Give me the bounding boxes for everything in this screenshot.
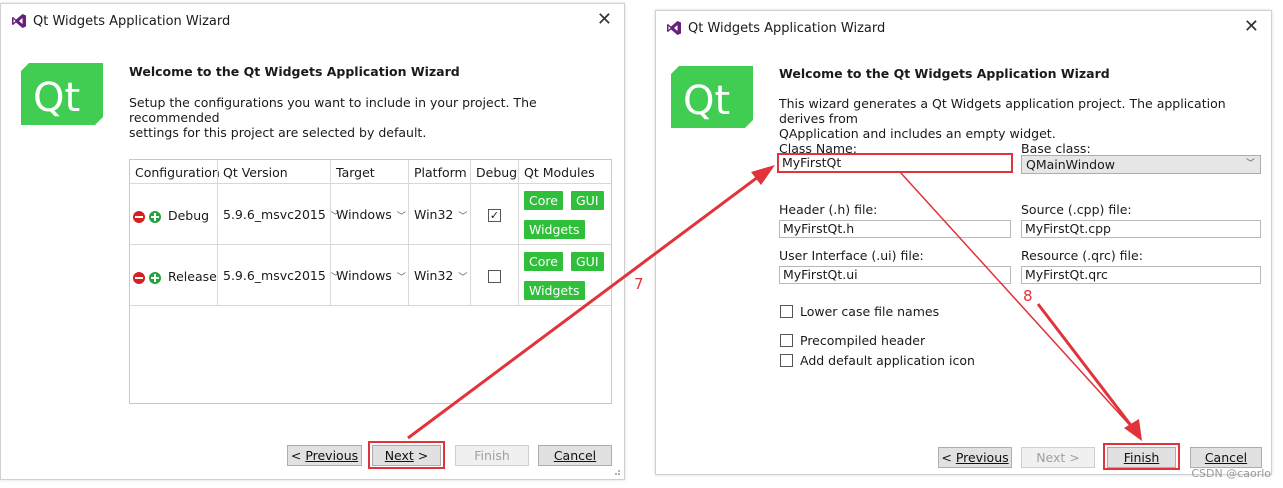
annotation-arrows <box>407 165 1142 441</box>
screenshot-canvas: Qt Widgets Application Wizard ✕ Qt Welco… <box>0 0 1283 488</box>
arrow-class-name-to-finish <box>899 171 1137 433</box>
arrow-next-to-class-name <box>407 169 767 440</box>
step-8-label: 8 <box>1023 287 1033 305</box>
arrow-segment <box>1036 303 1138 433</box>
watermark: CSDN @caorlo <box>1191 467 1271 480</box>
step-7-label: 7 <box>634 275 644 293</box>
arrowhead-icon <box>751 165 775 185</box>
